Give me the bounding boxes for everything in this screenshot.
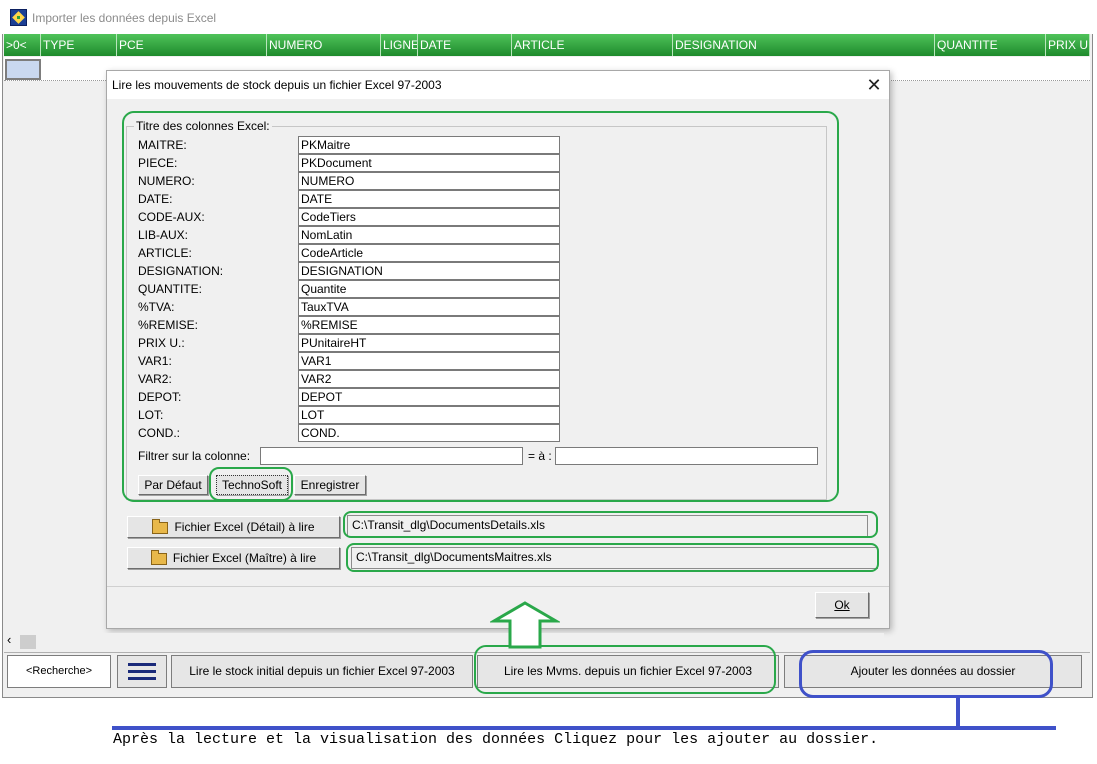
- caption-text: Après la lecture et la visualisation des…: [113, 731, 879, 748]
- grid-column-header[interactable]: QUANTITE: [935, 34, 1046, 56]
- grid-column-header[interactable]: NUMERO: [267, 34, 381, 56]
- scrollbar-thumb[interactable]: [20, 635, 36, 649]
- folder-open-icon: [150, 549, 167, 565]
- grid-column-header[interactable]: PCE: [117, 34, 267, 56]
- annotation-ring-technosoft: [209, 467, 293, 501]
- master-file-button[interactable]: Fichier Excel (Maître) à lire: [127, 547, 340, 569]
- grid-column-header[interactable]: PRIX U.: [1046, 34, 1090, 56]
- app-icon: [10, 9, 27, 26]
- search-button[interactable]: <Recherche>: [7, 655, 111, 688]
- menu-button[interactable]: [117, 655, 167, 688]
- grid-column-header[interactable]: DESIGNATION: [673, 34, 935, 56]
- menu-icon: [128, 663, 156, 680]
- ok-button[interactable]: Ok: [815, 592, 869, 618]
- read-initial-stock-button[interactable]: Lire le stock initial depuis un fichier …: [171, 655, 473, 688]
- grid-column-header[interactable]: ARTICLE: [512, 34, 673, 56]
- master-file-label: Fichier Excel (Maître) à lire: [172, 551, 317, 565]
- annotation-ring-master-path: [346, 543, 879, 572]
- grid-column-header[interactable]: >0<: [4, 34, 41, 56]
- dialog-title: Lire les mouvements de stock depuis un f…: [112, 78, 442, 92]
- grid-header: >0< TYPE PCE NUMERO LIGNE DATE ARTICLE D…: [4, 34, 1090, 56]
- detail-file-button[interactable]: Fichier Excel (Détail) à lire: [127, 516, 340, 538]
- annotation-ring-add: [799, 650, 1053, 698]
- folder-open-icon: [152, 518, 169, 534]
- dialog-divider: [107, 586, 889, 587]
- annotation-connector-vertical: [956, 697, 960, 727]
- detail-file-label: Fichier Excel (Détail) à lire: [174, 520, 315, 534]
- scroll-left-icon[interactable]: ‹: [7, 632, 11, 647]
- grid-column-header[interactable]: DATE: [418, 34, 512, 56]
- up-arrow-icon: [490, 601, 560, 649]
- row-selector[interactable]: [5, 59, 41, 80]
- annotation-connector-horizontal: [112, 726, 1056, 730]
- grid-column-header[interactable]: LIGNE: [381, 34, 418, 56]
- window-title: Importer les données depuis Excel: [32, 11, 217, 25]
- annotation-ring-detail-path: [343, 511, 878, 538]
- annotation-ring-columns: [122, 111, 839, 502]
- close-icon[interactable]: ✕: [861, 74, 887, 96]
- grid-column-header[interactable]: TYPE: [41, 34, 117, 56]
- annotation-ring-read-mvms: [474, 645, 776, 694]
